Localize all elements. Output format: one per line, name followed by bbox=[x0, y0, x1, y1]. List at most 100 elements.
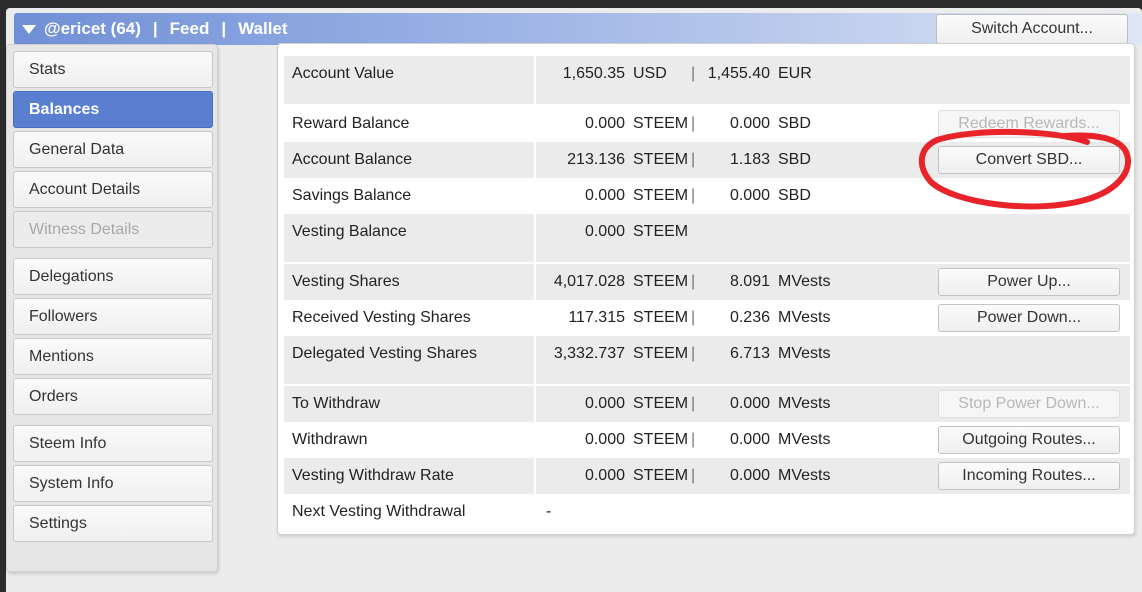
feed-link[interactable]: Feed bbox=[170, 19, 210, 39]
value-amount: 0.000 bbox=[584, 431, 625, 448]
value-amount-secondary: 0.000 bbox=[729, 115, 770, 132]
incoming-routes-button[interactable]: Incoming Routes... bbox=[938, 462, 1120, 490]
sidebar-item-balances[interactable]: Balances bbox=[13, 91, 213, 128]
value-unit-secondary: SBD bbox=[778, 151, 811, 168]
value-amount: 3,332.737 bbox=[553, 345, 625, 362]
balance-row: To Withdraw 0.000 STEEM | 0.000 MVests Stop Po… bbox=[284, 386, 1130, 422]
value-amount: 0.000 bbox=[584, 467, 625, 484]
row-label: Vesting Balance bbox=[284, 214, 534, 250]
value-amount: 117.315 bbox=[568, 309, 625, 326]
value-amount: 4,017.028 bbox=[553, 273, 625, 290]
balance-row: Account Balance 213.136 STEEM | 1.183 SBD Conv… bbox=[284, 142, 1130, 178]
sidebar-item-followers[interactable]: Followers bbox=[13, 298, 213, 335]
value-unit-secondary: MVests bbox=[778, 467, 831, 484]
row-label: Next Vesting Withdrawal bbox=[292, 503, 466, 520]
sidebar-item-delegations[interactable]: Delegations bbox=[13, 258, 213, 295]
sidebar-item-stats[interactable]: Stats bbox=[13, 51, 213, 88]
row-label: Vesting Withdraw Rate bbox=[284, 458, 534, 494]
sidebar-item-system-info[interactable]: System Info bbox=[13, 465, 213, 502]
row-label: Savings Balance bbox=[292, 187, 412, 204]
row-values: 0.000 STEEM | 0.000 SBD bbox=[536, 178, 1130, 214]
value-unit: USD bbox=[633, 65, 667, 82]
row-label: Reward Balance bbox=[292, 115, 410, 132]
stop-power-down-button: Stop Power Down... bbox=[938, 390, 1120, 418]
balance-row: Reward Balance 0.000 STEEM | 0.000 SBD Redeem … bbox=[284, 106, 1130, 142]
balance-row: Withdrawn 0.000 STEEM | 0.000 MVests Outgoing … bbox=[284, 422, 1130, 458]
value-separator: | bbox=[691, 187, 696, 204]
sidebar-item-steem-info[interactable]: Steem Info bbox=[13, 425, 213, 462]
value-unit: STEEM bbox=[633, 273, 689, 290]
value-amount: 0.000 bbox=[584, 223, 625, 240]
sidebar-item-general-data[interactable]: General Data bbox=[13, 131, 213, 168]
value-amount: 1,650.35 bbox=[562, 65, 625, 82]
account-link[interactable]: @ericet (64) bbox=[44, 19, 141, 39]
value-amount: 0.000 bbox=[584, 187, 625, 204]
row-label: Withdrawn bbox=[292, 431, 368, 448]
switch-account-button[interactable]: Switch Account... bbox=[936, 14, 1128, 44]
value-unit-secondary: SBD bbox=[778, 187, 811, 204]
value-unit-secondary: MVests bbox=[778, 273, 831, 290]
balance-row: Vesting Withdraw Rate 0.000 STEEM | 0.000 MVe… bbox=[284, 458, 1130, 494]
section-spacer bbox=[284, 372, 1130, 384]
value-unit: STEEM bbox=[633, 467, 689, 484]
value-amount-secondary: 0.000 bbox=[729, 431, 770, 448]
sidebar-item-orders[interactable]: Orders bbox=[13, 378, 213, 415]
value-unit-secondary: SBD bbox=[778, 115, 811, 132]
sidebar-item-mentions[interactable]: Mentions bbox=[13, 338, 213, 375]
outgoing-routes-button[interactable]: Outgoing Routes... bbox=[938, 426, 1120, 454]
value-unit: STEEM bbox=[633, 395, 689, 412]
row-values: - bbox=[536, 494, 1130, 530]
value-amount-secondary: 0.000 bbox=[729, 467, 770, 484]
section-spacer bbox=[284, 92, 1130, 104]
value-separator: | bbox=[691, 431, 696, 448]
collapse-triangle-icon[interactable] bbox=[22, 24, 36, 34]
balance-row: Account Value 1,650.35 USD | 1,455.40 EUR bbox=[284, 56, 1130, 92]
value-separator: | bbox=[691, 273, 696, 290]
value-amount-secondary: 0.000 bbox=[729, 187, 770, 204]
balance-row: Vesting Balance 0.000 STEEM bbox=[284, 214, 1130, 250]
value-unit: STEEM bbox=[633, 151, 689, 168]
value-unit-secondary: MVests bbox=[778, 431, 831, 448]
title-nav: @ericet (64) | Feed | Wallet bbox=[22, 13, 288, 45]
balance-row: Received Vesting Shares 117.315 STEEM | 0.23… bbox=[284, 300, 1130, 336]
value-unit-secondary: MVests bbox=[778, 395, 831, 412]
sidebar-nav: Stats Balances General Data Account Details… bbox=[6, 44, 218, 572]
value-separator: | bbox=[691, 151, 696, 168]
value-unit: STEEM bbox=[633, 223, 689, 240]
row-label: To Withdraw bbox=[284, 386, 534, 422]
value-amount-secondary: 0.236 bbox=[729, 309, 770, 326]
value-unit-secondary: EUR bbox=[778, 65, 812, 82]
value-separator: | bbox=[691, 395, 696, 412]
value-unit: STEEM bbox=[633, 431, 689, 448]
value-empty: - bbox=[546, 503, 552, 520]
value-amount-secondary: 0.000 bbox=[729, 395, 770, 412]
power-up-button[interactable]: Power Up... bbox=[938, 268, 1120, 296]
value-amount-secondary: 8.091 bbox=[729, 273, 770, 290]
convert-sbd-button[interactable]: Convert SBD... bbox=[938, 146, 1120, 174]
value-separator: | bbox=[691, 345, 696, 362]
row-label: Delegated Vesting Shares bbox=[284, 336, 534, 372]
value-amount-secondary: 1,455.40 bbox=[707, 65, 770, 82]
row-label: Account Balance bbox=[284, 142, 534, 178]
redeem-rewards-button: Redeem Rewards... bbox=[938, 110, 1120, 138]
row-label: Vesting Shares bbox=[284, 264, 534, 300]
row-values: 3,332.737 STEEM | 6.713 MVests bbox=[536, 336, 1130, 372]
value-amount: 0.000 bbox=[584, 115, 625, 132]
section-spacer bbox=[284, 250, 1130, 262]
sidebar-item-account-details[interactable]: Account Details bbox=[13, 171, 213, 208]
value-separator: | bbox=[691, 309, 696, 326]
sidebar-item-witness-details: Witness Details bbox=[13, 211, 213, 248]
value-separator: | bbox=[691, 115, 696, 132]
balance-row: Vesting Shares 4,017.028 STEEM | 8.091 MVests… bbox=[284, 264, 1130, 300]
row-values: 1,650.35 USD | 1,455.40 EUR bbox=[536, 56, 1130, 92]
title-separator: | bbox=[152, 19, 158, 38]
balance-row: Savings Balance 0.000 STEEM | 0.000 SBD bbox=[284, 178, 1130, 214]
value-unit: STEEM bbox=[633, 187, 689, 204]
row-label: Received Vesting Shares bbox=[292, 309, 471, 326]
wallet-link[interactable]: Wallet bbox=[238, 19, 287, 39]
title-separator: | bbox=[221, 19, 227, 38]
power-down-button[interactable]: Power Down... bbox=[938, 304, 1120, 332]
value-unit: STEEM bbox=[633, 309, 689, 326]
balance-row: Delegated Vesting Shares 3,332.737 STEEM | 6… bbox=[284, 336, 1130, 372]
sidebar-item-settings[interactable]: Settings bbox=[13, 505, 213, 542]
